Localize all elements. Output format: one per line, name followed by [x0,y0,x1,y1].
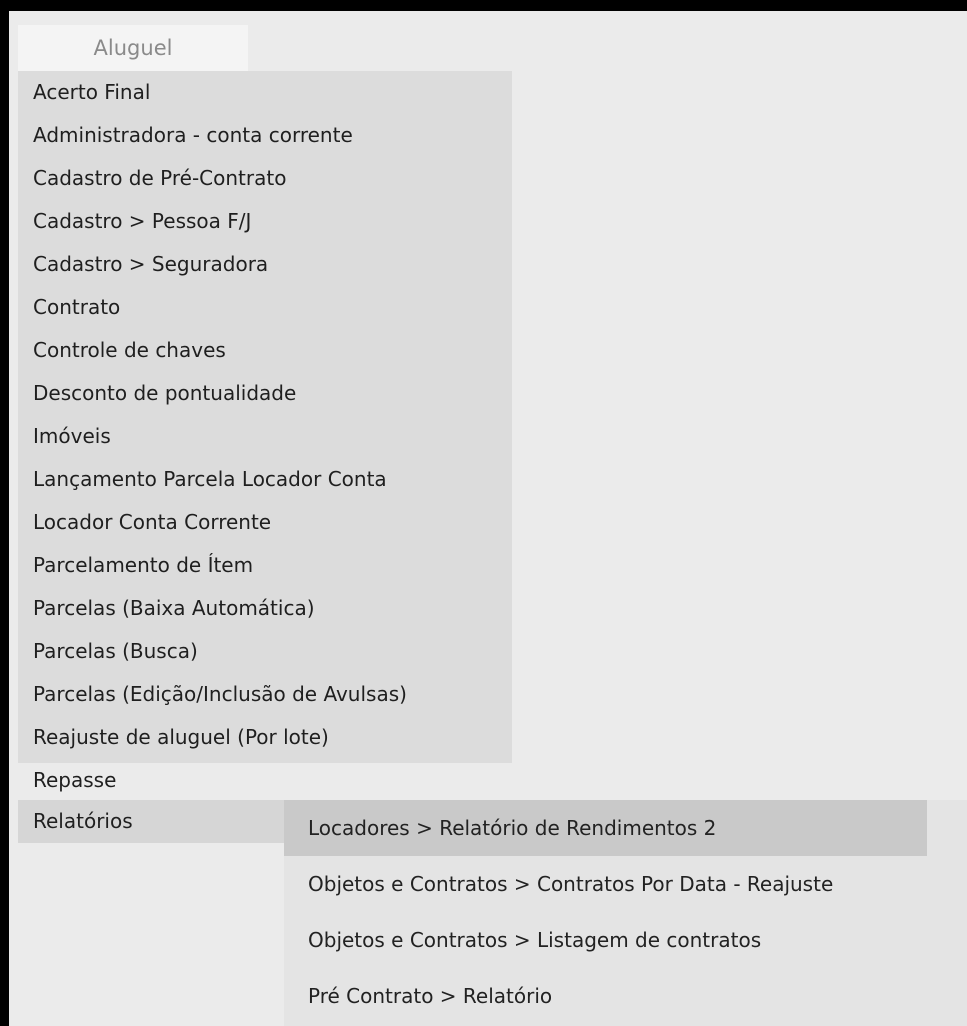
menu-item-desconto-de-pontualidade[interactable]: Desconto de pontualidade [18,372,512,415]
submenu-item-pre-contrato-relatorio[interactable]: Pré Contrato > Relatório [284,968,552,1024]
menu-item-lancamento-parcela-locador-conta[interactable]: Lançamento Parcela Locador Conta [18,458,512,501]
menu-list: Acerto Final Administradora - conta corr… [18,71,512,802]
menu-item-parcelas-busca[interactable]: Parcelas (Busca) [18,630,512,673]
menu-item-cadastro-seguradora[interactable]: Cadastro > Seguradora [18,243,512,286]
menu-item-locador-conta-corrente[interactable]: Locador Conta Corrente [18,501,512,544]
submenu-relatorios: Locadores > Relatório de Rendimentos 2 O… [284,800,967,1026]
menu-item-acerto-final[interactable]: Acerto Final [18,71,512,114]
menu-item-cadastro-pre-contrato[interactable]: Cadastro de Pré-Contrato [18,157,512,200]
menu-item-parcelas-edicao-inclusao[interactable]: Parcelas (Edição/Inclusão de Avulsas) [18,673,512,716]
menu-item-parcelas-baixa-automatica[interactable]: Parcelas (Baixa Automática) [18,587,512,630]
submenu-item-contratos-por-data-reajuste[interactable]: Objetos e Contratos > Contratos Por Data… [284,856,833,912]
menu-item-parcelamento-de-item[interactable]: Parcelamento de Ítem [18,544,512,587]
window-frame: Aluguel Acerto Final Administradora - co… [9,11,967,1026]
menu-item-repasse[interactable]: Repasse [18,759,512,802]
menu-item-imoveis[interactable]: Imóveis [18,415,512,458]
menu-item-contrato[interactable]: Contrato [18,286,512,329]
menu-item-administradora-conta-corrente[interactable]: Administradora - conta corrente [18,114,512,157]
menu-item-reajuste-de-aluguel[interactable]: Reajuste de aluguel (Por lote) [18,716,512,759]
menu-title-aluguel[interactable]: Aluguel [18,25,248,71]
submenu-item-relatorio-de-rendimentos[interactable]: Locadores > Relatório de Rendimentos 2 [284,800,927,856]
submenu-item-listagem-de-contratos[interactable]: Objetos e Contratos > Listagem de contra… [284,912,761,968]
menu-item-relatorios[interactable]: Relatórios [18,800,299,843]
menu-item-cadastro-pessoa[interactable]: Cadastro > Pessoa F/J [18,200,512,243]
menu-item-controle-de-chaves[interactable]: Controle de chaves [18,329,512,372]
